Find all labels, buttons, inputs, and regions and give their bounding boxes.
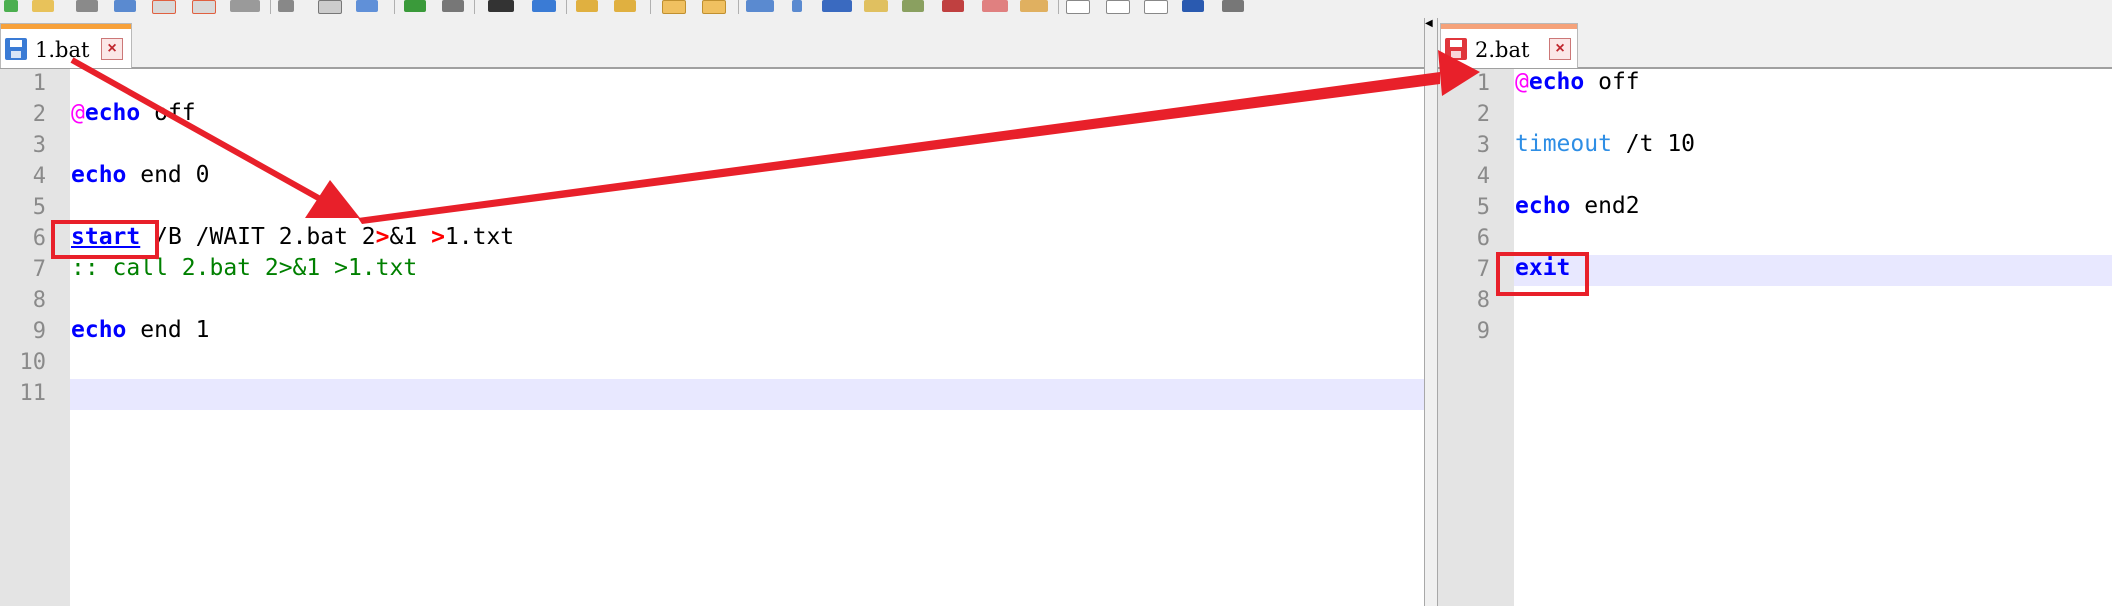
annotation-arrows	[70, 50, 1480, 224]
annotation-arrow-start-to-tab2	[358, 72, 1440, 224]
annotation-arrowhead	[1438, 50, 1480, 96]
annotation-arrowhead	[305, 180, 360, 218]
annotation-arrow-tab-to-start	[70, 57, 324, 203]
